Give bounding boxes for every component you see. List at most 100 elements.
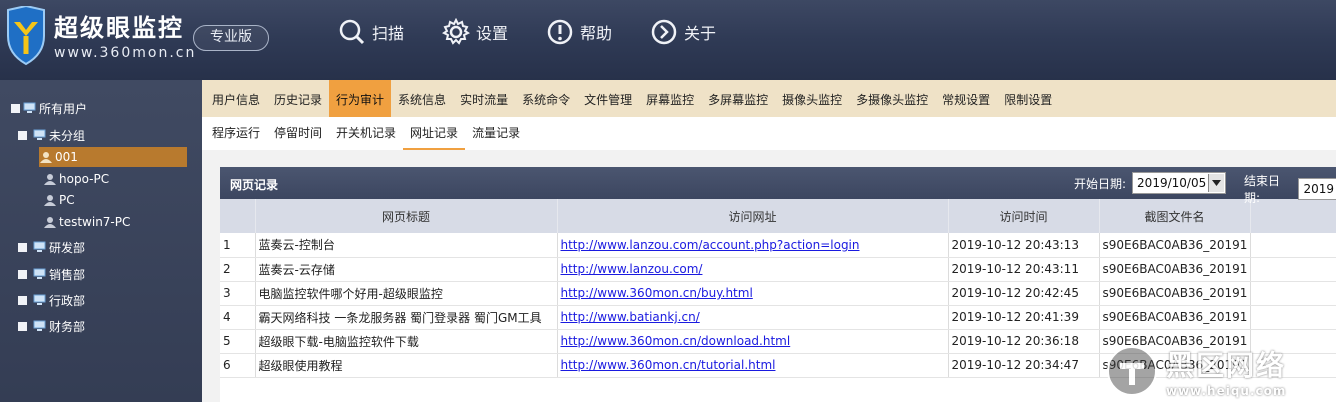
subtab-traffic-log[interactable]: 流量记录 [465, 117, 527, 150]
gear-icon [442, 18, 471, 45]
subtab-url-log[interactable]: 网址记录 [403, 117, 466, 150]
scan-label: 扫描 [372, 24, 405, 43]
brand: 超级眼监控 www.360mon.cn [54, 8, 196, 61]
expand-toggle-icon[interactable] [18, 295, 27, 305]
subtab-power-log[interactable]: 开关机记录 [329, 117, 403, 150]
row-url-link[interactable]: http://www.lanzou.com/ [561, 262, 703, 276]
top-header: 超级眼监控 www.360mon.cn 专业版 扫描 设置 帮助 关于 [0, 0, 1336, 80]
start-date-picker[interactable]: 2019/10/05 [1132, 172, 1227, 194]
row-url-link[interactable]: http://www.360mon.cn/download.html [561, 334, 791, 348]
watermark: 黑区网络 www.heiqu.com [1104, 340, 1336, 402]
tab-file-manager[interactable]: 文件管理 [577, 80, 639, 117]
row-time: 2019-10-12 20:43:13 [948, 233, 1100, 258]
edition-badge: 专业版 [193, 25, 269, 51]
row-time: 2019-10-12 20:43:11 [948, 257, 1100, 282]
row-url-link[interactable]: http://www.360mon.cn/buy.html [561, 286, 753, 300]
end-date-group: 结束日期: 2019 [1244, 172, 1336, 206]
watermark-logo-icon [1107, 346, 1157, 396]
main-tab-bar: 用户信息 历史记录 行为审计 系统信息 实时流量 系统命令 文件管理 屏幕监控 … [202, 80, 1336, 117]
tree-user-hopo-pc[interactable]: hopo-PC [43, 169, 109, 189]
row-title: 超级眼下载-电脑监控软件下载 [255, 329, 558, 354]
about-button[interactable]: 关于 [650, 18, 716, 46]
row-index: 1 [220, 233, 256, 258]
table-row[interactable]: 1 蓝奏云-控制台 http://www.lanzou.com/account.… [220, 233, 1336, 258]
settings-label: 设置 [476, 24, 509, 43]
tab-general-settings[interactable]: 常规设置 [935, 80, 997, 117]
row-empty-cell [1250, 257, 1336, 282]
row-index: 2 [220, 257, 256, 282]
tab-system-info[interactable]: 系统信息 [391, 80, 453, 117]
row-time: 2019-10-12 20:36:18 [948, 329, 1100, 354]
table-row[interactable]: 4 霸天网络科技 一条龙服务器 蜀门登录器 蜀门GM工具 http://www.… [220, 305, 1336, 330]
expand-toggle-icon[interactable] [18, 321, 27, 331]
computer-icon [33, 268, 46, 279]
tree-group-rd[interactable]: 研发部 [18, 237, 85, 257]
tree-node-label: testwin7-PC [59, 215, 131, 229]
tree-user-pc[interactable]: PC [43, 190, 75, 210]
table-header-row: 网页标题 访问网址 访问时间 截图文件名 [220, 199, 1336, 233]
panel-title: 网页记录 [230, 178, 279, 192]
row-time: 2019-10-12 20:34:47 [948, 353, 1100, 378]
search-icon [339, 19, 365, 45]
row-url-link[interactable]: http://www.lanzou.com/account.php?action… [561, 238, 860, 252]
row-url-link[interactable]: http://www.360mon.cn/tutorial.html [561, 358, 776, 372]
tree-node-label: 所有用户 [39, 101, 88, 116]
tab-screen-monitor[interactable]: 屏幕监控 [639, 80, 701, 117]
watermark-title: 黑区网络 [1166, 349, 1287, 382]
col-header-index [220, 199, 256, 233]
col-header-screenshot[interactable]: 截图文件名 [1099, 199, 1251, 233]
tree-node-root[interactable]: 所有用户 [11, 98, 87, 118]
tree-group-finance[interactable]: 财务部 [18, 316, 85, 336]
tree-group-admin[interactable]: 行政部 [18, 290, 85, 310]
row-title: 超级眼使用教程 [255, 353, 558, 378]
col-header-time[interactable]: 访问时间 [948, 199, 1100, 233]
tree-node-label: 财务部 [49, 319, 86, 334]
expand-toggle-icon[interactable] [18, 269, 27, 279]
collapse-toggle-icon[interactable] [18, 130, 27, 140]
panel-header: 网页记录 开始日期: 2019/10/05 结束日期: 2019 [220, 167, 1336, 205]
col-header-title[interactable]: 网页标题 [255, 199, 558, 233]
help-button[interactable]: 帮助 [546, 18, 612, 46]
tab-realtime-traffic[interactable]: 实时流量 [453, 80, 515, 117]
tab-multi-camera-monitor[interactable]: 多摄像头监控 [849, 80, 935, 117]
end-date-label: 结束日期: [1244, 174, 1281, 205]
row-url-link[interactable]: http://www.batiankj.cn/ [561, 310, 700, 324]
col-header-url[interactable]: 访问网址 [557, 199, 949, 233]
user-icon [44, 195, 56, 206]
dropdown-arrow-icon[interactable] [1208, 174, 1225, 192]
subtab-dwell-time[interactable]: 停留时间 [267, 117, 329, 150]
tab-multi-screen-monitor[interactable]: 多屏幕监控 [701, 80, 775, 117]
row-index: 4 [220, 305, 256, 330]
tree-group-sales[interactable]: 销售部 [18, 264, 85, 284]
row-screenshot-file: s90E6BAC0AB36_20191 [1099, 257, 1251, 282]
sub-tab-bar: 程序运行 停留时间 开关机记录 网址记录 流量记录 [202, 117, 1336, 150]
tree-node-label: 销售部 [49, 267, 86, 282]
help-label: 帮助 [580, 24, 613, 43]
settings-button[interactable]: 设置 [442, 18, 508, 46]
user-icon [44, 217, 56, 228]
computer-icon [33, 129, 46, 140]
table-row[interactable]: 3 电脑监控软件哪个好用-超级眼监控 http://www.360mon.cn/… [220, 281, 1336, 306]
scan-button[interactable]: 扫描 [338, 18, 404, 46]
tab-history[interactable]: 历史记录 [267, 80, 329, 117]
tree-user-testwin7-pc[interactable]: testwin7-PC [43, 212, 130, 232]
collapse-toggle-icon[interactable] [11, 103, 20, 113]
tab-system-command[interactable]: 系统命令 [515, 80, 577, 117]
computer-icon [33, 294, 46, 305]
tab-behavior-audit[interactable]: 行为审计 [329, 80, 392, 117]
expand-toggle-icon[interactable] [18, 242, 27, 252]
subtab-program-run[interactable]: 程序运行 [205, 117, 267, 150]
tree-user-001[interactable]: 001 [39, 147, 187, 167]
watermark-url: www.heiqu.com [1166, 384, 1287, 398]
tab-user-info[interactable]: 用户信息 [205, 80, 267, 117]
row-screenshot-file: s90E6BAC0AB36_20191 [1099, 305, 1251, 330]
table-row[interactable]: 2 蓝奏云-云存储 http://www.lanzou.com/ 2019-10… [220, 257, 1336, 282]
tab-camera-monitor[interactable]: 摄像头监控 [775, 80, 849, 117]
end-date-picker[interactable]: 2019 [1298, 178, 1336, 200]
row-title: 蓝奏云-云存储 [255, 257, 558, 282]
row-title: 蓝奏云-控制台 [255, 233, 558, 258]
tree-group-ungrouped[interactable]: 未分组 [18, 125, 85, 145]
row-title: 霸天网络科技 一条龙服务器 蜀门登录器 蜀门GM工具 [255, 305, 558, 330]
tab-restriction-settings[interactable]: 限制设置 [997, 80, 1059, 117]
row-title: 电脑监控软件哪个好用-超级眼监控 [255, 281, 558, 306]
